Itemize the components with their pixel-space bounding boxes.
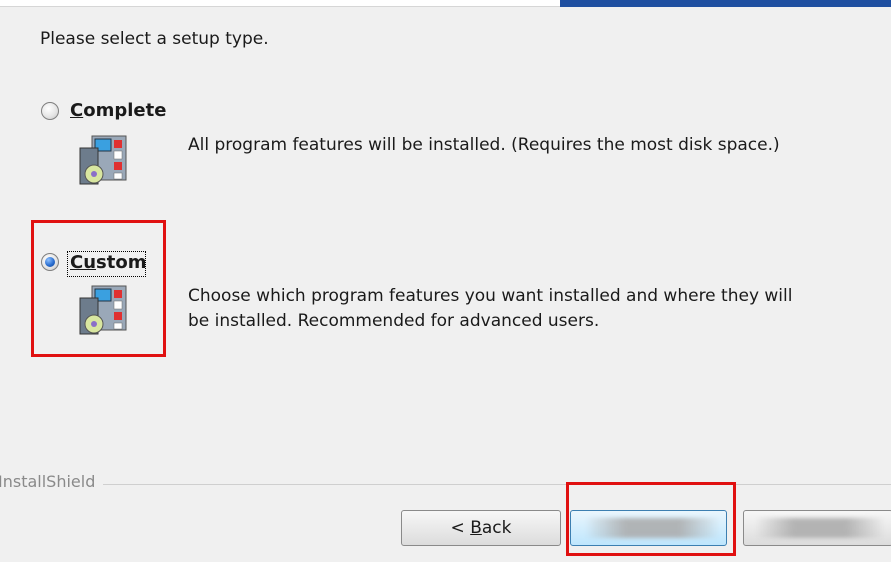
- custom-description-line: be installed. Recommended for advanced u…: [188, 311, 600, 331]
- complete-radio[interactable]: [41, 102, 59, 120]
- custom-description: Choose which program features you want i…: [188, 284, 792, 334]
- back-button[interactable]: < Back: [401, 510, 561, 546]
- next-highlight-box: [566, 482, 736, 556]
- complete-description: All program features will be installed. …: [188, 135, 780, 155]
- setup-type-prompt: Please select a setup type.: [40, 29, 269, 49]
- title-accent-bar: [560, 0, 891, 7]
- footer-separator: [0, 484, 891, 485]
- installer-package-icon: [79, 135, 127, 185]
- custom-label[interactable]: Custom: [70, 252, 146, 273]
- installshield-brand: InstallShield: [0, 472, 104, 491]
- complete-label[interactable]: Complete: [70, 100, 166, 121]
- cancel-label-redaction: [755, 518, 885, 538]
- radio-selected-dot: [45, 257, 55, 267]
- custom-radio[interactable]: [41, 253, 59, 271]
- custom-description-line: Choose which program features you want i…: [188, 286, 793, 306]
- installer-package-icon: [79, 285, 127, 335]
